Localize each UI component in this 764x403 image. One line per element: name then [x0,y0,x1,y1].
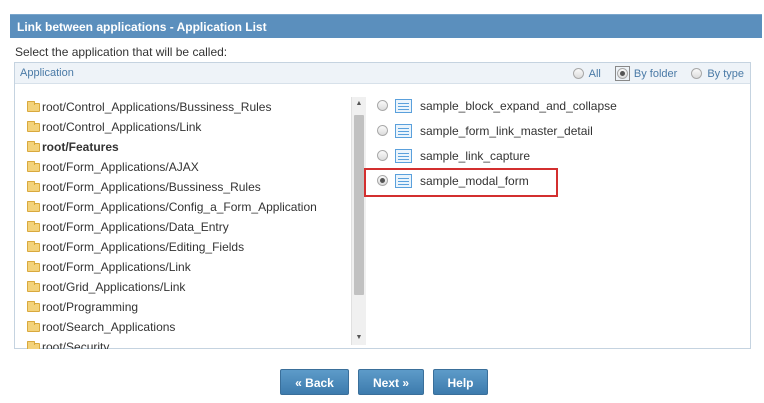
folder-label: root/Control_Applications/Link [42,120,202,134]
folder-icon [27,220,40,232]
application-radio-selected[interactable] [377,175,388,186]
form-application-icon [395,148,412,163]
folder-item[interactable]: root/Form_Applications/Data_Entry [25,217,350,237]
folder-icon [27,200,40,212]
folder-tree-scrollbar[interactable]: ▲ ▼ [351,97,366,345]
panel-header: Application All By folder By type [15,63,750,84]
application-label: sample_form_link_master_detail [420,123,593,138]
help-button[interactable]: Help [433,369,488,395]
open-folder-icon [27,140,40,152]
view-by-folder-option[interactable]: By folder [614,66,678,81]
folder-label: root/Features [42,140,119,154]
application-label: sample_block_expand_and_collapse [420,98,617,113]
application-item[interactable]: sample_block_expand_and_collapse [377,93,747,118]
view-all-radio[interactable] [572,68,584,79]
application-list: sample_block_expand_and_collapse sample_… [377,93,747,193]
application-item-selected[interactable]: sample_modal_form [377,168,747,193]
folder-item[interactable]: root/Form_Applications/AJAX [25,157,350,177]
view-by-folder-label: By folder [633,67,678,80]
next-button[interactable]: Next » [358,369,424,395]
folder-label: root/Control_Applications/Bussiness_Rule… [42,100,272,114]
folder-label: root/Programming [42,300,139,314]
folder-label: root/Form_Applications/Config_a_Form_App… [42,200,317,214]
application-item[interactable]: sample_form_link_master_detail [377,118,747,143]
application-radio[interactable] [377,100,388,111]
folder-label: root/Form_Applications/Data_Entry [42,220,229,234]
folder-icon [27,300,40,312]
view-by-folder-focus [614,66,630,81]
folder-item[interactable]: root/Control_Applications/Bussiness_Rule… [25,97,350,117]
application-label: sample_link_capture [420,148,531,163]
view-all-label: All [588,67,601,80]
form-application-icon [395,173,412,188]
folder-label: root/Form_Applications/Bussiness_Rules [42,180,261,194]
view-by-type-radio[interactable] [691,68,703,79]
view-mode-options: All By folder By type [559,66,744,81]
folder-icon [27,320,40,332]
view-all-option[interactable]: All [572,67,601,80]
folder-label: root/Form_Applications/Editing_Fields [42,240,245,254]
folder-item[interactable]: root/Form_Applications/Link [25,257,350,277]
folder-item[interactable]: root/Programming [25,297,350,317]
folder-item[interactable]: root/Control_Applications/Link [25,117,350,137]
folder-icon [27,180,40,192]
folder-item[interactable]: root/Form_Applications/Editing_Fields [25,237,350,257]
view-by-type-option[interactable]: By type [691,68,744,80]
folder-item-selected[interactable]: root/Features [25,137,350,157]
folder-label: root/Form_Applications/AJAX [42,160,199,174]
back-button[interactable]: « Back [280,369,349,395]
folder-icon [27,340,40,349]
folder-item[interactable]: root/Form_Applications/Bussiness_Rules [25,177,350,197]
application-panel: Application All By folder By type root/C… [14,62,751,349]
folder-icon [27,280,40,292]
folder-item[interactable]: root/Search_Applications [25,317,350,337]
folder-item[interactable]: root/Form_Applications/Config_a_Form_App… [25,197,350,217]
scroll-up-arrow-icon[interactable]: ▲ [352,97,366,111]
folder-label: root/Search_Applications [42,320,176,334]
folder-icon [27,240,40,252]
view-by-type-label: By type [707,67,744,80]
application-radio[interactable] [377,150,388,161]
folder-label: root/Security [42,340,110,349]
folder-item[interactable]: root/Security [25,337,350,349]
folder-icon [27,120,40,132]
view-by-folder-radio[interactable] [616,68,628,79]
window-title: Link between applications - Application … [10,14,762,38]
form-application-icon [395,123,412,138]
scroll-thumb[interactable] [354,115,364,295]
scroll-down-arrow-icon[interactable]: ▼ [352,331,366,345]
folder-tree: root/Control_Applications/Bussiness_Rule… [25,97,350,349]
application-label: sample_modal_form [420,173,529,188]
folder-label: root/Grid_Applications/Link [42,280,186,294]
folder-icon [27,260,40,272]
panel-header-label: Application [20,67,74,79]
application-item[interactable]: sample_link_capture [377,143,747,168]
instruction-text: Select the application that will be call… [15,45,228,59]
folder-label: root/Form_Applications/Link [42,260,191,274]
form-application-icon [395,98,412,113]
folder-icon [27,160,40,172]
folder-item[interactable]: root/Grid_Applications/Link [25,277,350,297]
folder-icon [27,100,40,112]
application-radio[interactable] [377,125,388,136]
